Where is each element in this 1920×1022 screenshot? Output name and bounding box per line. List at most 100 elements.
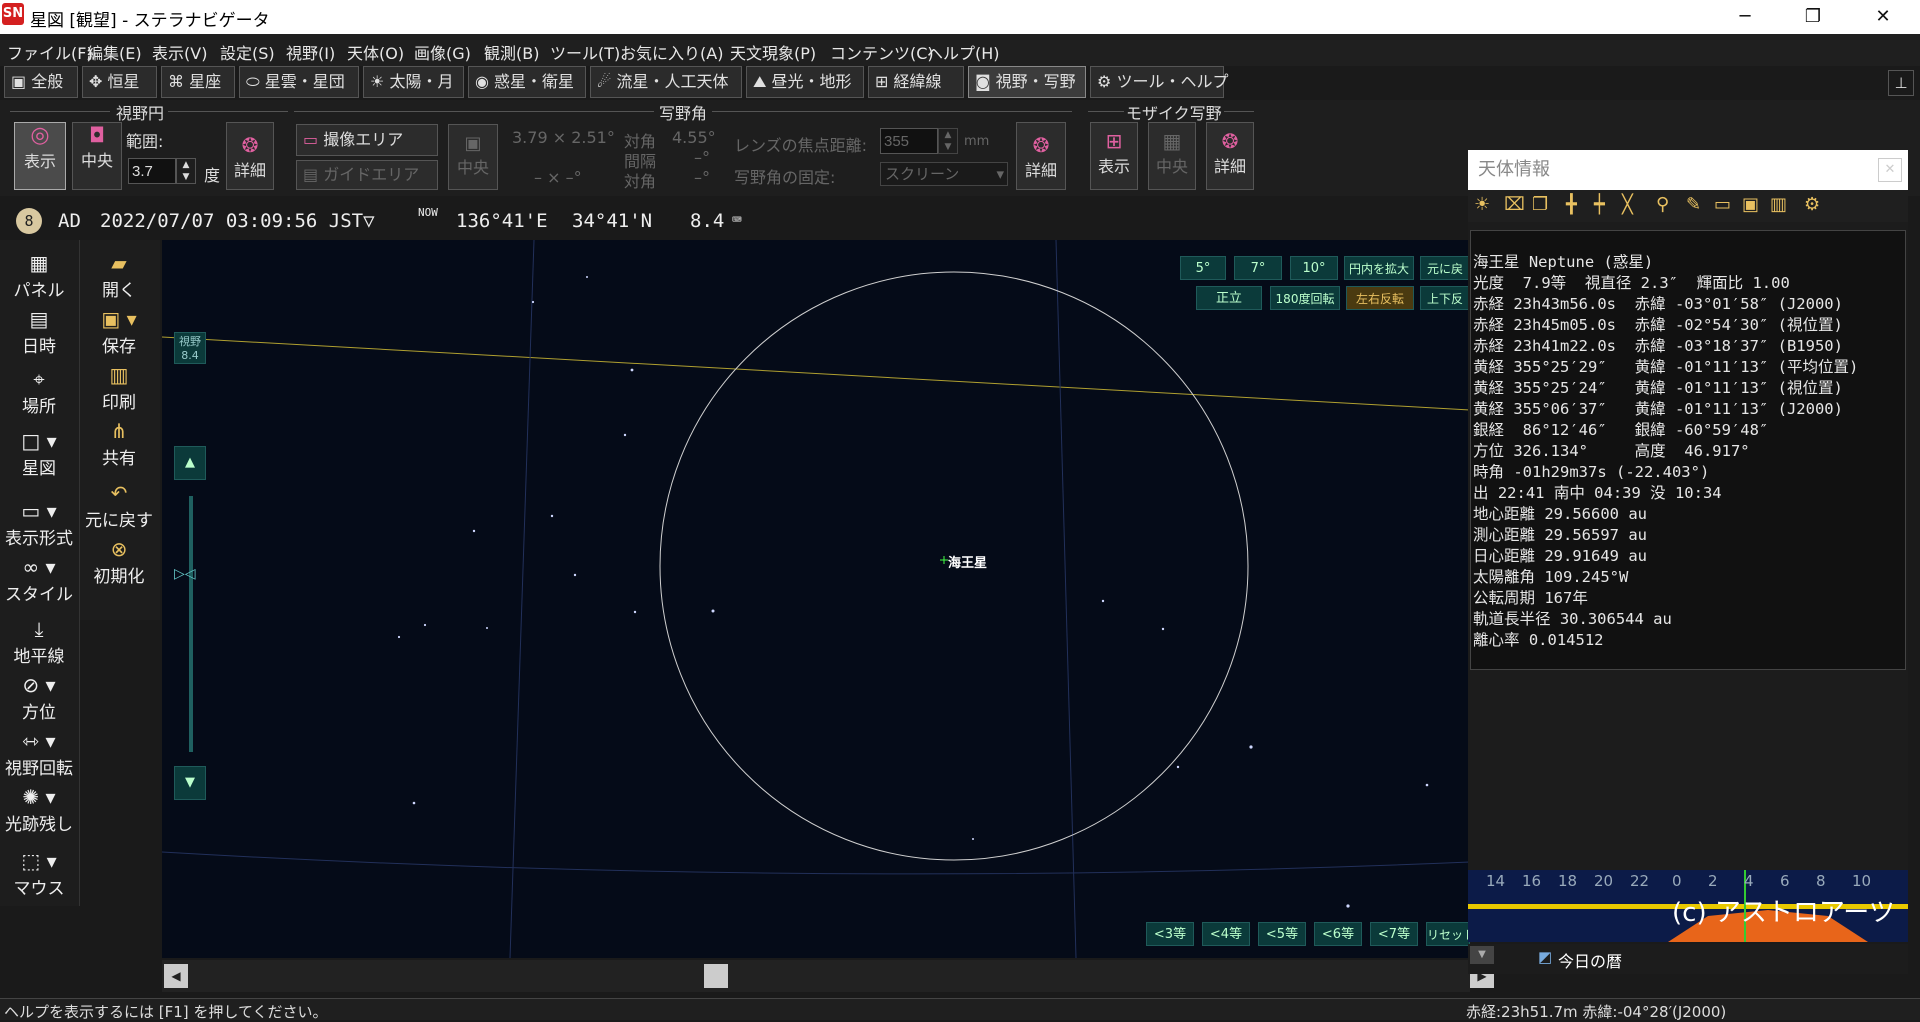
- print-button[interactable]: ▥ 印刷: [80, 362, 158, 413]
- tab-grid-lines[interactable]: ⊞ 経緯線: [868, 66, 964, 98]
- photo-detail-button[interactable]: ❂ 詳細: [1016, 122, 1066, 190]
- tab-planets[interactable]: ◉ 惑星・衛星: [468, 66, 586, 98]
- save-button[interactable]: ▣ ▾ 保存: [80, 306, 158, 357]
- menu-tools[interactable]: ツール(T): [550, 40, 620, 64]
- menu-object[interactable]: 天体(O): [347, 40, 404, 64]
- latitude[interactable]: 34°41'N: [572, 210, 652, 232]
- zoom-circle-button[interactable]: 円内を拡大: [1344, 256, 1414, 280]
- image-icon[interactable]: ▣: [1742, 194, 1759, 215]
- menu-image[interactable]: 画像(G): [414, 40, 471, 64]
- lens-focal-input[interactable]: [880, 128, 938, 154]
- photo-center-button[interactable]: ▣ 中央: [448, 124, 498, 190]
- capture-area-button[interactable]: ▭ 撮像エリア: [296, 124, 438, 156]
- remove-crosshair-icon[interactable]: ╳: [1622, 194, 1633, 215]
- gear-icon[interactable]: ⚙: [1804, 194, 1820, 215]
- longitude[interactable]: 136°41'E: [456, 210, 548, 232]
- datetime[interactable]: 2022/07/07 03:09:56 JST▽: [100, 210, 375, 232]
- star-chart[interactable]: 海王星 視野 8.4 ▲ ▷◁ ▼ 5° 7° 10° 円内を拡大 元に戻 正立 …: [162, 240, 1470, 958]
- scroll-left-button[interactable]: ◀: [164, 964, 188, 988]
- flip-ud-button[interactable]: 上下反: [1420, 286, 1470, 310]
- menu-fov[interactable]: 視野(I): [286, 40, 335, 64]
- menu-view[interactable]: 表示(V): [152, 40, 207, 64]
- collapse-icon[interactable]: ▼: [1470, 946, 1494, 964]
- window-icon[interactable]: ▭: [1714, 194, 1731, 215]
- add-crosshair-icon[interactable]: ┿: [1594, 194, 1605, 215]
- menu-file[interactable]: ファイル(F): [7, 40, 93, 64]
- flip-lr-button[interactable]: 左右反転: [1346, 286, 1414, 310]
- now-clock-icon[interactable]: NOW: [418, 206, 438, 219]
- fov-5-button[interactable]: 5°: [1180, 256, 1226, 280]
- fov-show-button[interactable]: ◎ 表示: [14, 122, 66, 190]
- style-button[interactable]: ∞ ▾ スタイル: [0, 554, 78, 605]
- close-icon[interactable]: ✕: [1878, 158, 1902, 182]
- direction-button[interactable]: ⊘ ▾ 方位: [0, 672, 78, 723]
- mag-5-button[interactable]: <5等: [1258, 922, 1306, 946]
- mag-6-button[interactable]: <6等: [1314, 922, 1362, 946]
- moon-phase-icon[interactable]: 8: [16, 208, 42, 234]
- fix-select[interactable]: スクリーン ▾: [880, 162, 1008, 186]
- mosaic-center-button[interactable]: ▦ 中央: [1148, 122, 1196, 190]
- mag-3-button[interactable]: <3等: [1146, 922, 1194, 946]
- target-icon[interactable]: ⌧: [1504, 194, 1525, 215]
- mosaic-detail-button[interactable]: ❂ 詳細: [1206, 122, 1254, 190]
- range-spinner[interactable]: ▲ ▼: [176, 158, 196, 184]
- menu-favorites[interactable]: お気に入り(A): [620, 40, 723, 64]
- fov-restore-button[interactable]: 元に戻: [1420, 256, 1470, 280]
- mosaic-show-button[interactable]: ⊞ 表示: [1090, 122, 1138, 190]
- fov-range-input[interactable]: [128, 158, 176, 184]
- close-button[interactable]: ✕: [1854, 0, 1912, 34]
- tab-stars[interactable]: ✥ 恒星: [82, 66, 157, 98]
- horizontal-scrollbar[interactable]: ◀ ▶: [162, 960, 1494, 992]
- scroll-thumb[interactable]: [704, 964, 728, 988]
- chart-button[interactable]: □ ▾ 星図: [0, 428, 78, 479]
- menu-contents[interactable]: コンテンツ(C): [830, 40, 934, 64]
- reset-button[interactable]: ⊗ 初期化: [80, 536, 158, 587]
- mouse-button[interactable]: ⬚ ▾ マウス: [0, 848, 78, 899]
- keyboard-icon[interactable]: ⌨: [732, 210, 742, 229]
- tab-meteors-satellites[interactable]: ☄ 流星・人工天体: [590, 66, 742, 98]
- fov-detail-button[interactable]: ❂ 詳細: [226, 122, 274, 190]
- sun-icon[interactable]: ☀: [1474, 194, 1490, 215]
- menu-phenomena[interactable]: 天文現象(P): [730, 40, 816, 64]
- menu-settings[interactable]: 設定(S): [220, 40, 275, 64]
- pen-icon[interactable]: ✎: [1686, 194, 1701, 215]
- trail-button[interactable]: ✺ ▾ 光跡残し: [0, 784, 78, 835]
- location-button[interactable]: ⌖ 場所: [0, 366, 78, 417]
- menu-observe[interactable]: 観測(B): [484, 40, 539, 64]
- tab-fov-photo[interactable]: ◙ 視野・写野: [968, 66, 1086, 98]
- menu-edit[interactable]: 編集(E): [87, 40, 142, 64]
- book-icon[interactable]: ▥: [1770, 194, 1787, 215]
- display-format-button[interactable]: ▭ ▾ 表示形式: [0, 498, 78, 549]
- rotate-180-button[interactable]: 180度回転: [1270, 286, 1340, 310]
- tab-constellations[interactable]: ⌘ 星座: [161, 66, 235, 98]
- share-button[interactable]: ⋔ 共有: [80, 418, 158, 469]
- upright-button[interactable]: 正立: [1196, 286, 1262, 310]
- panel-button[interactable]: ▦ パネル: [0, 250, 78, 301]
- zoom-slider-track[interactable]: [189, 496, 193, 752]
- mag-7-button[interactable]: <7等: [1370, 922, 1418, 946]
- lens-spinner[interactable]: ▲ ▼: [938, 128, 958, 154]
- telescope-icon[interactable]: ⚲: [1656, 194, 1669, 215]
- today-calendar-bar[interactable]: ▼ ◩ 今日の暦: [1468, 944, 1908, 974]
- zoom-out-button[interactable]: ▼: [174, 766, 206, 800]
- undo-button[interactable]: ↶ 元に戻す: [80, 480, 158, 531]
- fov-rotation-button[interactable]: ⇿ ▾ 視野回転: [0, 728, 78, 779]
- datetime-button[interactable]: ▤ 日時: [0, 306, 78, 357]
- tab-sun-moon[interactable]: ☀ 太陽・月: [363, 66, 464, 98]
- horizon-button[interactable]: ⤓ 地平線: [0, 616, 78, 667]
- fov-7-button[interactable]: 7°: [1234, 256, 1282, 280]
- minimize-button[interactable]: ─: [1716, 0, 1774, 34]
- mag-4-button[interactable]: <4等: [1202, 922, 1250, 946]
- crosshair-icon[interactable]: ╋: [1566, 194, 1577, 215]
- mag-reset-button[interactable]: リセット: [1426, 922, 1470, 946]
- tab-tools-help[interactable]: ⚙ ツール・ヘルプ: [1090, 66, 1228, 98]
- tab-nebulae-clusters[interactable]: ⬭ 星雲・星団: [239, 66, 359, 98]
- copy-icon[interactable]: ❐: [1532, 194, 1548, 215]
- fov-center-button[interactable]: ◘ 中央: [72, 122, 122, 190]
- menu-help[interactable]: ヘルプ(H): [927, 40, 1000, 64]
- altitude-timeline[interactable]: 14 16 18 20 22 0 2 4 6 8 10 (c) アストロアーツ: [1468, 870, 1908, 942]
- guide-area-button[interactable]: ▤ ガイドエリア: [296, 160, 438, 190]
- open-button[interactable]: ▰ 開く: [80, 250, 158, 301]
- zoom-slider-thumb[interactable]: ▷◁: [174, 566, 210, 582]
- pin-icon[interactable]: ⊥: [1888, 70, 1914, 96]
